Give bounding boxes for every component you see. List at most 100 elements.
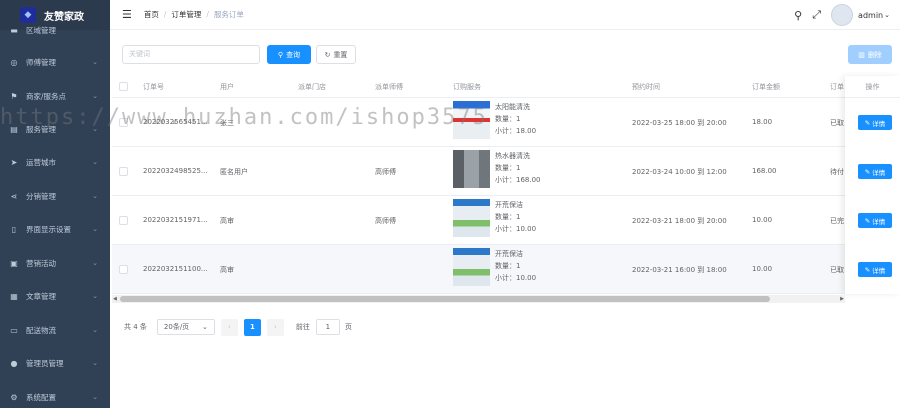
chevron-down-icon: ⌄ <box>92 158 98 166</box>
service-subtotal: 小计：10.00 <box>495 274 537 282</box>
service-thumbnail <box>453 150 490 188</box>
table-row[interactable]: 2022032498525... 匿名用户 高师傅 热水器清洗 数量：1 小计：… <box>112 147 900 196</box>
chevron-down-icon: ⌄ <box>92 125 98 133</box>
sidebar-item-service[interactable]: ▤ 服务管理 ⌄ <box>0 119 110 139</box>
sidebar-item-display[interactable]: ▯ 界面显示设置 ⌄ <box>0 219 110 239</box>
menu-fold-icon[interactable]: ☰ <box>122 8 132 21</box>
sidebar-item-label: 师傅管理 <box>26 57 56 67</box>
operation-column: 操作 ✎ 详情 ✎ 详情 ✎ 详情 ✎ 详情 <box>845 76 900 294</box>
service-name: 开荒保洁 <box>495 201 523 209</box>
col-store: 派单门店 <box>298 83 326 91</box>
send-icon: ➤ <box>10 157 18 167</box>
row-checkbox[interactable] <box>119 167 128 176</box>
service-qty: 数量：1 <box>495 262 521 270</box>
col-time: 预约时间 <box>632 83 660 91</box>
sidebar-item-label: 系统配置 <box>26 392 56 402</box>
sidebar-item-label: 管理员管理 <box>26 358 64 368</box>
order-status: 待付 <box>830 168 844 176</box>
service-qty: 数量：1 <box>495 164 521 172</box>
scroll-left-icon[interactable]: ◀ <box>113 295 117 303</box>
select-all-checkbox[interactable] <box>119 82 128 91</box>
sidebar-item-master[interactable]: ◎ 师傅管理 ⌄ <box>0 52 110 72</box>
search-input[interactable]: 关键词 <box>122 45 260 64</box>
col-master: 派单师傅 <box>375 83 403 91</box>
search-icon: ⚲ <box>277 50 284 59</box>
service-info: 开荒保洁 数量：1 小计：10.00 <box>495 199 536 235</box>
sidebar-item-marketing[interactable]: ▣ 营销活动 ⌄ <box>0 253 110 273</box>
avatar[interactable] <box>831 4 854 26</box>
page-number-current[interactable]: 1 <box>243 318 261 336</box>
row-checkbox[interactable] <box>119 265 128 274</box>
goto-label: 前往 <box>295 323 310 331</box>
breadcrumb-orders[interactable]: 订单管理 <box>171 9 201 20</box>
row-checkbox[interactable] <box>119 118 128 127</box>
scrollbar-thumb[interactable] <box>120 296 770 302</box>
order-status: 已取 <box>830 119 844 127</box>
clipboard-icon: ▤ <box>10 124 18 134</box>
service-thumbnail <box>453 199 490 237</box>
table-row[interactable]: 2022032565451... 张三 太阳能清洗 数量：1 小计：18.00 … <box>112 98 900 147</box>
order-no: 2022032565451... <box>143 118 208 126</box>
chevron-down-icon[interactable]: ⌄ <box>884 11 890 19</box>
master: 高师傅 <box>375 168 396 176</box>
detail-button[interactable]: ✎ 详情 <box>858 164 892 179</box>
sidebar-item-admin[interactable]: ● 管理员管理 ⌄ <box>0 353 110 373</box>
service-subtotal: 小计：168.00 <box>495 176 541 184</box>
sidebar-item-label: 界面显示设置 <box>26 224 71 234</box>
table-row[interactable]: 2022032151100... 高审 开荒保洁 数量：1 小计：10.00 2… <box>112 245 900 294</box>
sidebar-item-label: 配送物流 <box>26 325 56 335</box>
edit-icon: ✎ <box>864 216 871 225</box>
prev-page-button[interactable]: ‹ <box>220 318 238 336</box>
chevron-down-icon: ⌄ <box>92 225 98 233</box>
fullscreen-icon[interactable]: ⤢ <box>812 8 821 22</box>
row-checkbox[interactable] <box>119 216 128 225</box>
chevron-down-icon: ⌄ <box>92 192 98 200</box>
goto-page-input[interactable]: 1 <box>315 319 340 335</box>
sidebar-item-distribution[interactable]: ⋖ 分销管理 ⌄ <box>0 186 110 206</box>
order-amount: 10.00 <box>752 216 773 224</box>
user: 匿名用户 <box>220 168 248 176</box>
sidebar-item-area[interactable]: ▬ 区域管理 <box>0 20 110 40</box>
service-qty: 数量：1 <box>495 213 521 221</box>
sidebar-item-system[interactable]: ⚙ 系统配置 ⌄ <box>0 387 110 407</box>
page-size-select[interactable]: 20条/页 ⌄ <box>156 319 215 335</box>
chevron-down-icon: ⌄ <box>92 292 98 300</box>
breadcrumb-current: 服务订单 <box>213 10 244 19</box>
horizontal-scrollbar[interactable]: ◀ ▶ <box>112 295 845 303</box>
chevron-down-icon: ⌄ <box>92 259 98 267</box>
service-name: 开荒保洁 <box>495 250 523 258</box>
breadcrumb-home[interactable]: 首页 <box>144 9 159 20</box>
table-header: 订单号 用户 派单门店 派单师傅 订购服务 预约时间 订单金额 订单 <box>112 76 900 98</box>
flag-icon: ⚑ <box>10 91 18 101</box>
service-info: 太阳能清洗 数量：1 小计：18.00 <box>495 101 536 137</box>
search-icon[interactable]: ⚲ <box>794 9 802 22</box>
master: 高师傅 <box>375 217 396 225</box>
table-row[interactable]: 2022032151971... 高审 高师傅 开荒保洁 数量：1 小计：10.… <box>112 196 900 245</box>
sidebar-item-logistics[interactable]: ▭ 配送物流 ⌄ <box>0 320 110 340</box>
home-icon: ▬ <box>10 25 18 35</box>
sidebar-item-article[interactable]: ▦ 文章管理 ⌄ <box>0 286 110 306</box>
service-qty: 数量：1 <box>495 115 521 123</box>
detail-button[interactable]: ✎ 详情 <box>858 213 892 228</box>
chevron-down-icon: ⌄ <box>92 326 98 334</box>
order-amount: 168.00 <box>752 167 777 175</box>
header-actions: ⚲ ⤢ admin ⌄ <box>794 0 890 30</box>
delete-button[interactable]: ▥ 删除 <box>848 45 892 64</box>
service-info: 热水器清洗 数量：1 小计：168.00 <box>495 150 541 186</box>
share-icon: ⋖ <box>10 191 18 201</box>
sidebar-item-label: 文章管理 <box>26 291 56 301</box>
query-button[interactable]: ⚲ 查询 <box>267 45 311 64</box>
detail-button[interactable]: ✎ 详情 <box>858 115 892 130</box>
gift-icon: ▣ <box>10 258 18 268</box>
user: 高审 <box>220 217 234 225</box>
sidebar-item-merchant[interactable]: ⚑ 商家/服务点 ⌄ <box>0 86 110 106</box>
sidebar-item-city[interactable]: ➤ 运营城市 ⌄ <box>0 152 110 172</box>
top-header: ☰ 首页 / 订单管理 / 服务订单 ⚲ ⤢ admin ⌄ <box>110 0 900 30</box>
next-page-button[interactable]: › <box>266 318 284 336</box>
sidebar: ◆ 友赞家政 ▬ 区域管理 ◎ 师傅管理 ⌄ ⚑ 商家/服务点 ⌄ ▤ 服务管理 ⌄ ➤ 运营城… <box>0 0 110 408</box>
user-name[interactable]: admin <box>858 11 883 20</box>
breadcrumb: 首页 / 订单管理 / 服务订单 <box>143 9 244 20</box>
detail-button[interactable]: ✎ 详情 <box>858 262 892 277</box>
scroll-right-icon[interactable]: ▶ <box>840 295 844 303</box>
reset-button[interactable]: ↻ 重置 <box>316 45 356 64</box>
